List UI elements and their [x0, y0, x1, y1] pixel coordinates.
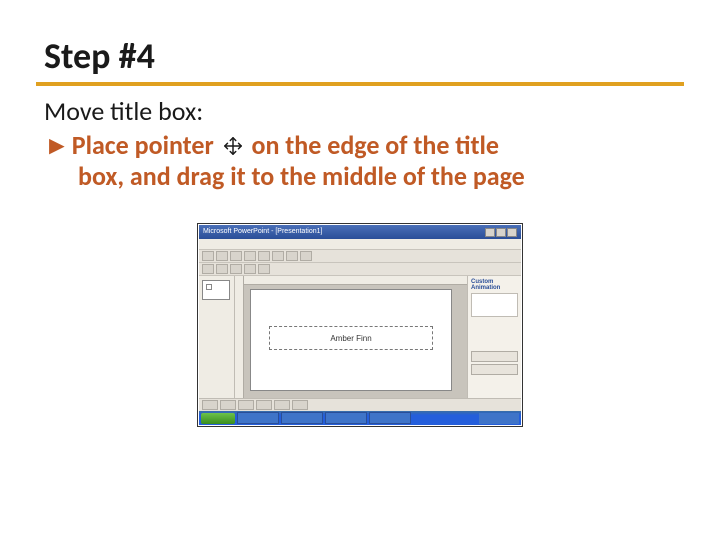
toolbar-button [230, 264, 242, 274]
bullet-line-2: box, and drag it to the middle of the pa… [44, 161, 684, 193]
toolbar-button [272, 251, 284, 261]
toolbar-button [202, 251, 214, 261]
move-cursor-icon [222, 133, 244, 155]
window-buttons [485, 228, 517, 237]
toolbar-button [244, 251, 256, 261]
slide-canvas: Amber Finn [250, 289, 452, 391]
ruler-horizontal [235, 276, 467, 285]
minimize-icon [485, 228, 495, 237]
toolbar-2 [199, 263, 521, 276]
body-text: Move title box: ►Place pointer on the ed… [44, 96, 684, 193]
subhead: Move title box: [44, 96, 684, 128]
task-pane-button [471, 351, 518, 362]
windows-taskbar [199, 411, 521, 425]
toolbar-button [220, 400, 236, 410]
drawing-toolbar [199, 398, 521, 411]
toolbar-button [230, 251, 242, 261]
toolbar-button [216, 251, 228, 261]
taskbar-item [325, 412, 367, 424]
screenshot-image: Microsoft PowerPoint - [Presentation1] [197, 223, 523, 427]
toolbar-button [258, 264, 270, 274]
title-divider [36, 82, 684, 86]
bullet-text-before: Place pointer [72, 129, 214, 161]
task-pane-button [471, 364, 518, 375]
ruler-vertical [235, 276, 244, 398]
toolbar-button [274, 400, 290, 410]
step-title: Step #4 [44, 34, 684, 78]
toolbar-1 [199, 250, 521, 263]
bullet-line-1: ►Place pointer on the edge of the title [44, 130, 684, 162]
slide-thumbnail [202, 280, 230, 300]
task-pane: Custom Animation [467, 276, 521, 398]
toolbar-button [202, 264, 214, 274]
taskbar-item [369, 412, 411, 424]
slide-canvas-area: Amber Finn [235, 276, 467, 398]
toolbar-button [300, 251, 312, 261]
start-button [201, 413, 235, 424]
toolbar-button [286, 251, 298, 261]
slide-thumbnails-pane [199, 276, 235, 398]
bullet-text-after: on the edge of the title [251, 129, 499, 161]
menubar [199, 239, 521, 250]
close-icon [507, 228, 517, 237]
system-tray [479, 413, 519, 424]
toolbar-button [238, 400, 254, 410]
window-title-text: Microsoft PowerPoint - [Presentation1] [203, 225, 322, 239]
main-area: Amber Finn Custom Animation [199, 276, 521, 398]
task-pane-buttons [471, 351, 518, 375]
taskbar-item [237, 412, 279, 424]
powerpoint-window: Microsoft PowerPoint - [Presentation1] [199, 225, 521, 425]
taskbar-item [281, 412, 323, 424]
toolbar-button [216, 264, 228, 274]
maximize-icon [496, 228, 506, 237]
slide: Step #4 Move title box: ►Place pointer [0, 0, 720, 540]
toolbar-button [244, 264, 256, 274]
task-pane-title: Custom Animation [471, 279, 518, 291]
toolbar-button [258, 251, 270, 261]
screenshot-border: Microsoft PowerPoint - [Presentation1] [197, 223, 523, 427]
title-text-box: Amber Finn [269, 326, 433, 350]
toolbar-button [292, 400, 308, 410]
title-text-box-content: Amber Finn [330, 334, 371, 343]
window-titlebar: Microsoft PowerPoint - [Presentation1] [199, 225, 521, 239]
toolbar-button [256, 400, 272, 410]
bullet-glyph: ► [44, 129, 70, 161]
task-pane-list [471, 293, 518, 317]
toolbar-button [202, 400, 218, 410]
